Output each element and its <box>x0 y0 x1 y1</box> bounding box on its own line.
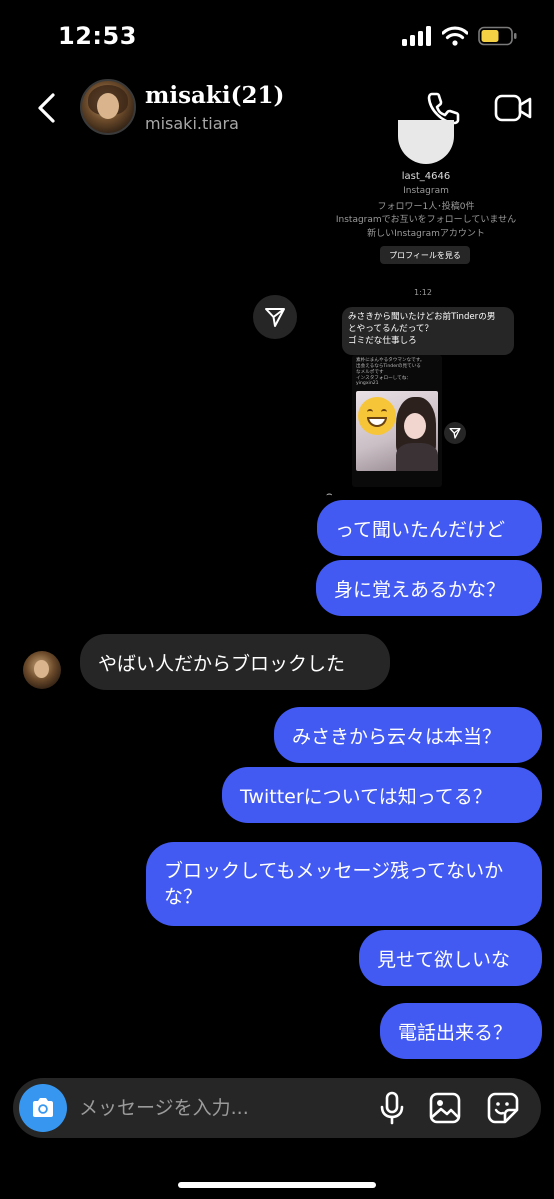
profile-card-name: last_4646 <box>401 171 451 182</box>
message-bubble-sent[interactable]: みさきから云々は本当？ <box>274 707 542 763</box>
message-bubble-sent[interactable]: Twitterについては知ってる？ <box>222 767 542 823</box>
message-timestamp: 1:12 <box>414 288 432 297</box>
post-text-line: yingxin21 <box>356 381 379 386</box>
message-bubble-sent[interactable]: 見せて欲しいな <box>359 930 542 986</box>
message-bubble-sent[interactable]: 電話出来る？ <box>380 1003 542 1059</box>
message-bubble-sent[interactable]: って聞いたんだけど <box>317 500 542 556</box>
grinning-emoji-icon <box>358 397 396 435</box>
profile-card-platform: Instagram <box>403 186 449 196</box>
video-call-button[interactable] <box>493 88 533 128</box>
share-message-button[interactable] <box>253 295 297 339</box>
post-photo <box>356 391 438 471</box>
send-icon <box>449 427 461 439</box>
forwarded-line: ゴミだな仕事しろ <box>348 336 417 346</box>
message-bubble-sent[interactable]: ブロックしてもメッセージ残ってないかな？ <box>146 842 542 926</box>
status-time: 12:53 <box>58 22 137 50</box>
battery-icon <box>478 26 517 46</box>
message-bubble-sent[interactable]: 身に覚えあるかな？ <box>316 560 542 616</box>
sticker-icon <box>487 1092 519 1124</box>
camera-button[interactable] <box>19 1084 67 1132</box>
signal-icon <box>402 26 431 46</box>
profile-card-avatar <box>398 120 454 164</box>
microphone-icon <box>380 1091 404 1125</box>
forwarded-line: みさきから聞いたけどお前Tinderの男 <box>348 312 496 322</box>
camera-icon <box>33 1098 53 1117</box>
forwarded-message: みさきから聞いたけどお前Tinderの男 とやってるんだって？ ゴミだな仕事しろ <box>342 307 514 355</box>
contact-name[interactable]: misaki(21) <box>145 82 284 109</box>
video-camera-icon <box>494 94 532 122</box>
contact-username[interactable]: misaki.tiara <box>145 114 239 133</box>
forwarded-line: とやってるんだって？ <box>348 324 434 334</box>
wifi-icon <box>442 26 468 46</box>
profile-card-stats: フォロワー1人･投稿0件 <box>377 202 475 212</box>
send-icon <box>265 308 285 327</box>
status-icons <box>402 24 518 48</box>
reaction-icon: ⌢ <box>326 489 333 500</box>
back-button[interactable] <box>30 88 62 128</box>
chat-screen: 12:53 misaki(21) misaki.tiara last_4646 … <box>0 0 554 1199</box>
message-composer <box>13 1078 541 1138</box>
chevron-left-icon <box>38 93 55 123</box>
contact-avatar[interactable] <box>80 79 136 135</box>
home-indicator[interactable] <box>178 1182 376 1188</box>
share-post-button[interactable] <box>444 422 466 444</box>
gallery-button[interactable] <box>427 1090 463 1126</box>
sender-avatar[interactable] <box>23 651 61 689</box>
sticker-button[interactable] <box>485 1090 521 1126</box>
message-input[interactable] <box>79 1092 359 1124</box>
profile-card-new-account: 新しいInstagramアカウント <box>367 229 485 239</box>
profile-card-mutual: Instagramでお互いをフォローしていません <box>335 215 517 225</box>
message-bubble-received[interactable]: やばい人だからブロックした <box>80 634 390 690</box>
voice-message-button[interactable] <box>377 1090 407 1126</box>
shared-post-card[interactable]: 素朴にまんやるタウマンなです。 出会えるならTinderの見ている なメルポです… <box>352 355 442 487</box>
image-icon <box>429 1092 461 1124</box>
view-profile-button[interactable]: プロフィールを見る <box>380 246 470 264</box>
